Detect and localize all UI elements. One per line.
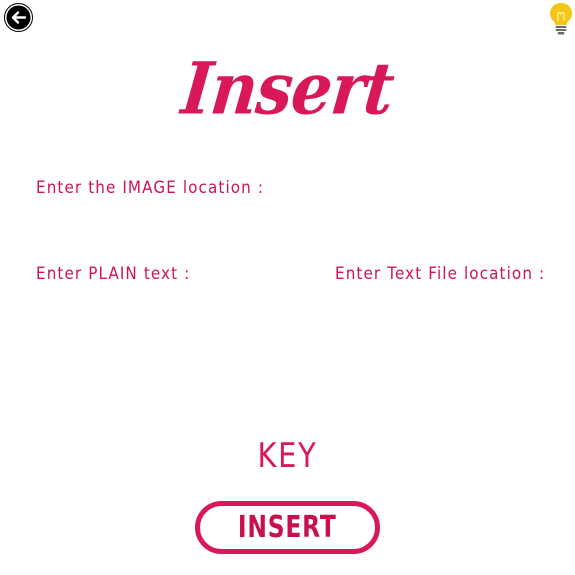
hint-button[interactable] bbox=[548, 2, 574, 36]
page-title: Insert bbox=[177, 47, 398, 132]
key-label: KEY bbox=[257, 436, 318, 476]
image-location-label: Enter the IMAGE location : bbox=[36, 178, 265, 197]
back-button[interactable] bbox=[4, 3, 33, 32]
lightbulb-icon bbox=[550, 3, 572, 35]
text-file-location-input[interactable] bbox=[335, 292, 555, 314]
image-location-input[interactable] bbox=[36, 204, 536, 226]
insert-button[interactable]: INSERT bbox=[195, 501, 380, 554]
plain-text-label: Enter PLAIN text : bbox=[36, 264, 191, 283]
key-input[interactable] bbox=[180, 482, 395, 496]
back-arrow-icon bbox=[4, 3, 33, 32]
insert-button-label: INSERT bbox=[238, 510, 337, 545]
plain-text-input[interactable] bbox=[36, 292, 286, 422]
text-file-location-label: Enter Text File location : bbox=[335, 264, 546, 283]
